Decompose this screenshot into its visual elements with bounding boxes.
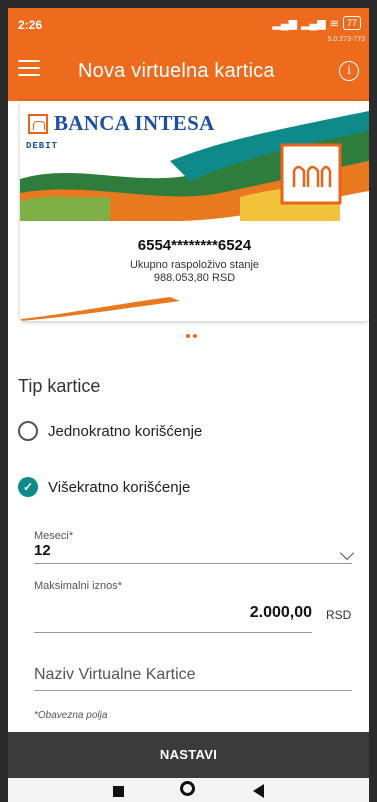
home-icon[interactable] <box>180 781 195 796</box>
option-single-use[interactable]: Jednokratno korišćenje <box>18 421 202 441</box>
max-amount-input[interactable]: 2.000,00 <box>34 604 312 622</box>
balance-label: Ukupno raspoloživo stanje <box>129 259 260 271</box>
option-multi-use[interactable]: ✓ Višekratno korišćenje <box>18 477 190 497</box>
max-amount-label-wrap: Maksimalni iznos* <box>34 580 352 592</box>
info-icon[interactable]: i <box>339 61 359 81</box>
card-name-input[interactable]: Naziv Virtualne Kartice <box>34 666 196 684</box>
app-version: 5.0.273-773 <box>327 36 365 43</box>
card-bottom-stripe <box>20 297 180 321</box>
max-amount-label: Maksimalni iznos* <box>34 580 123 592</box>
signal-icon-2: ▂▄▆ <box>301 17 326 30</box>
months-select[interactable]: Meseci* 12 <box>34 530 355 572</box>
bank-logo-icon <box>28 113 48 134</box>
bank-name: BANCA INTESA <box>54 111 215 135</box>
next-button[interactable]: NASTAVI <box>8 732 369 778</box>
bank-logo: BANCA INTESA <box>28 111 215 136</box>
page-title: Nova virtuelna kartica <box>78 60 275 82</box>
pager-dot <box>186 334 190 338</box>
back-icon[interactable] <box>253 784 264 798</box>
required-note: *Obavezna polja <box>34 710 108 721</box>
card-pager <box>186 334 197 338</box>
recent-apps-icon[interactable] <box>113 786 124 797</box>
system-nav-bar <box>8 778 369 802</box>
card-number: 6554********6524 <box>137 237 252 254</box>
months-label: Meseci* <box>34 530 74 542</box>
signal-icon: ▂▄▆ <box>272 17 298 30</box>
hamburger-menu-icon[interactable] <box>18 60 40 76</box>
radio-unchecked-icon[interactable] <box>18 421 38 441</box>
app-header: 2:26 ▂▄▆ ▂▄▆ ≋ 77 5.0.273-773 Nova virtu… <box>8 8 369 101</box>
field-underline <box>34 632 312 633</box>
status-time: 2:26 <box>18 18 43 32</box>
currency-label: RSD <box>326 608 352 622</box>
check-circle-icon[interactable]: ✓ <box>18 477 38 497</box>
balance-value: 988.053,80 RSD <box>153 272 236 284</box>
card-type: DEBIT <box>26 141 59 151</box>
virtual-card[interactable]: BANCA INTESA DEBIT 6554********6524 Ukup… <box>20 101 369 321</box>
option-label: Višekratno korišćenje <box>48 478 191 496</box>
wifi-icon: ≋ <box>329 17 339 30</box>
months-value: 12 <box>34 542 51 559</box>
section-title: Tip kartice <box>18 376 101 396</box>
field-underline <box>34 563 352 564</box>
status-icons: ▂▄▆ ▂▄▆ ≋ 77 <box>272 16 361 30</box>
option-label: Jednokratno korišćenje <box>48 422 203 440</box>
battery-icon: 77 <box>342 16 361 30</box>
pager-dot <box>193 334 197 338</box>
phone-screen: 2:26 ▂▄▆ ▂▄▆ ≋ 77 5.0.273-773 Nova virtu… <box>8 8 369 802</box>
field-underline <box>34 690 352 691</box>
